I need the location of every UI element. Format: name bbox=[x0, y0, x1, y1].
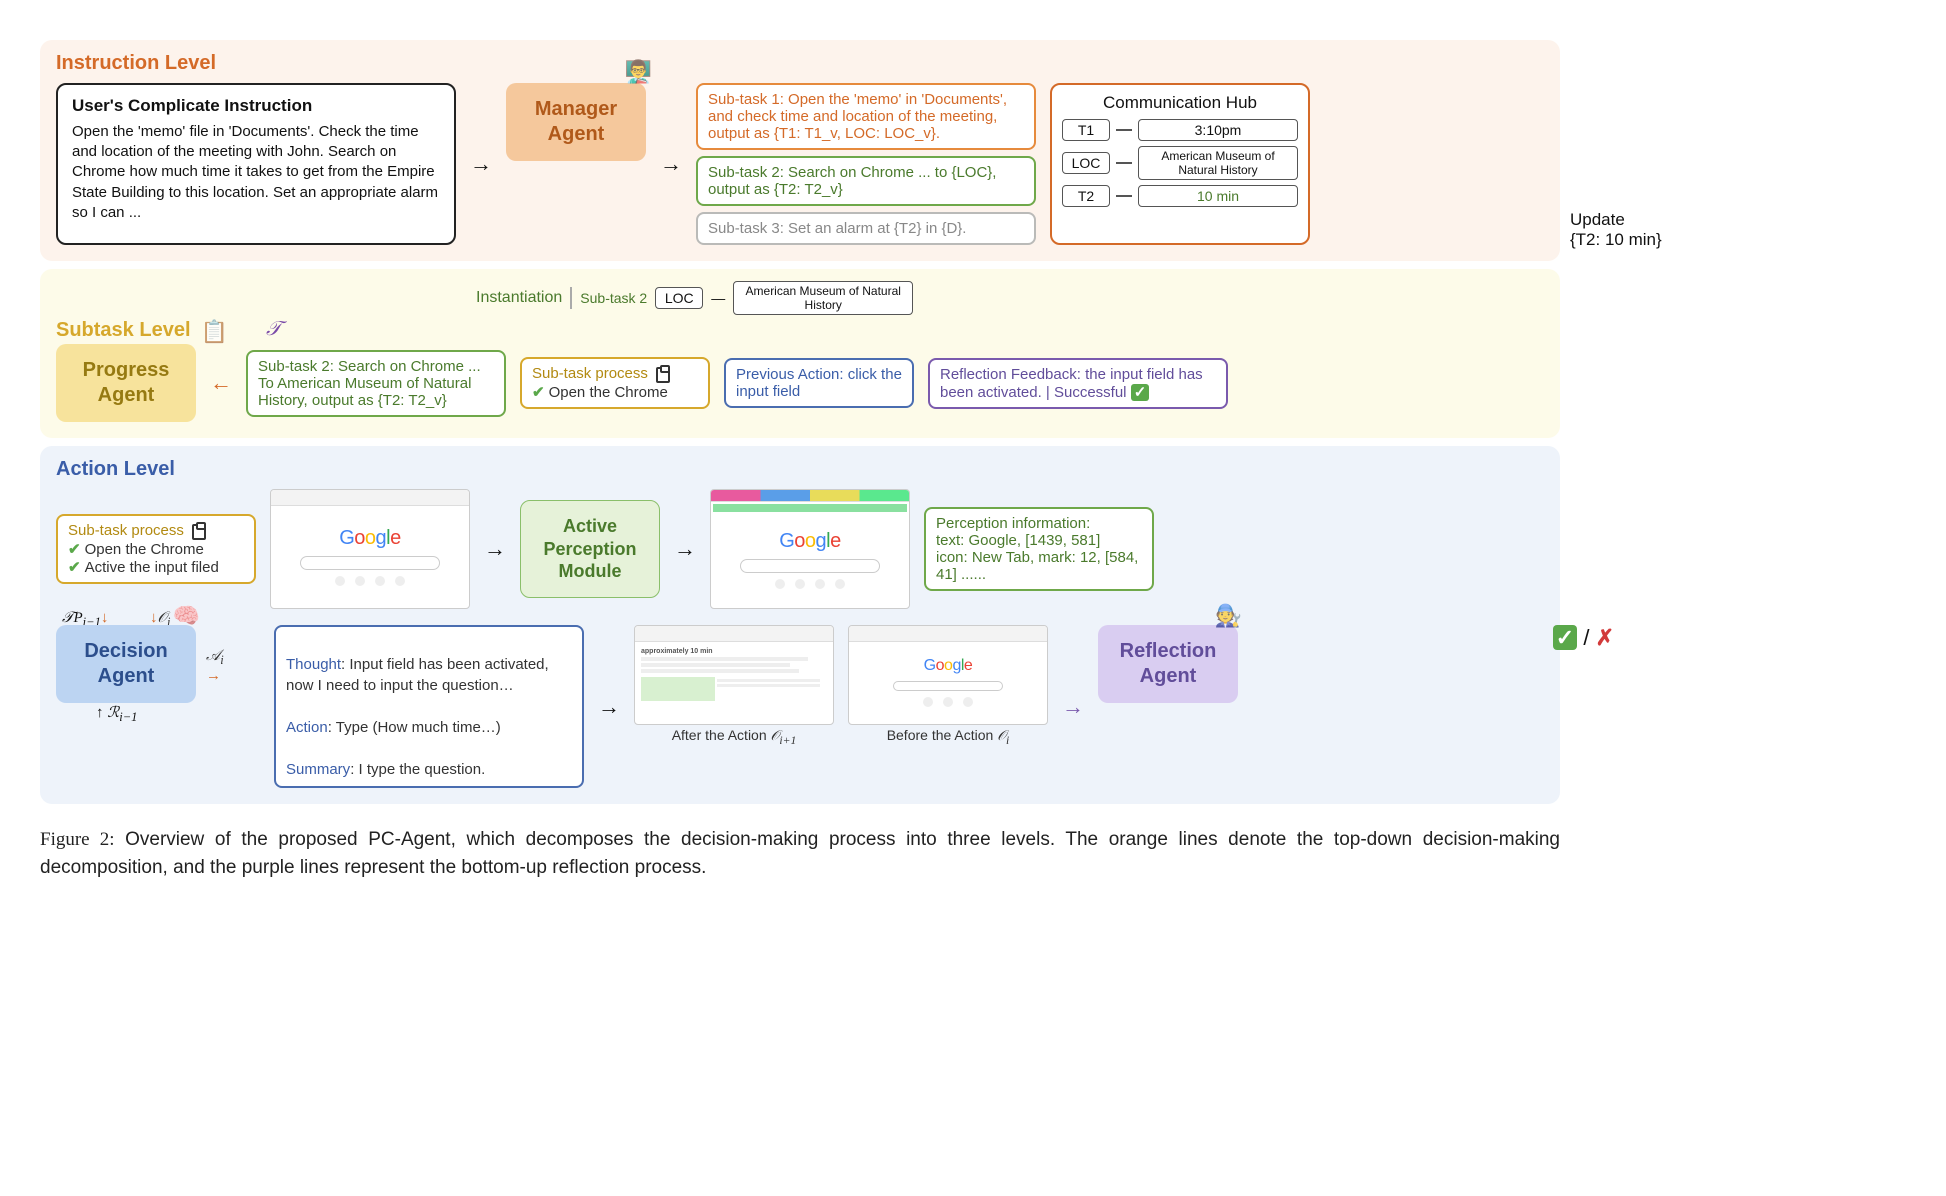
action-level: Action Level Sub-task process ✔Open the … bbox=[40, 446, 1560, 804]
user-instruction-title: User's Complicate Instruction bbox=[72, 95, 440, 118]
perception-module: Active Perception Module bbox=[520, 500, 660, 598]
before-action-label: Before the Action 𝒪i bbox=[848, 727, 1048, 747]
clipboard-icon bbox=[192, 524, 206, 540]
instruction-level: Instruction Level User's Complicate Inst… bbox=[40, 40, 1560, 261]
clipboard-icon bbox=[656, 367, 670, 383]
user-instruction-body: Open the 'memo' file in 'Documents'. Che… bbox=[72, 122, 440, 223]
manager-agent: Manager Agent bbox=[506, 83, 646, 161]
hub-title: Communication Hub bbox=[1062, 93, 1298, 113]
screenshot-marked: Google bbox=[710, 489, 910, 609]
checklist-icon: 📋 bbox=[201, 319, 228, 345]
ai-symbol: 𝒜i → bbox=[206, 647, 224, 685]
screenshot-after-action: approximately 10 min bbox=[634, 625, 834, 725]
google-logo: Google bbox=[779, 530, 841, 553]
google-logo: Google bbox=[924, 657, 973, 675]
gear-head-icon: 🧑‍🔧 bbox=[1215, 603, 1242, 629]
perception-info-card: Perception information: text: Google, [1… bbox=[924, 507, 1154, 591]
subtask-process-card-2: Sub-task process ✔Open the Chrome ✔Activ… bbox=[56, 514, 256, 583]
hub-val-t1: 3:10pm bbox=[1138, 119, 1298, 141]
subtask-process-card: Sub-task process ✔Open the Chrome bbox=[520, 357, 710, 408]
caption-label: Figure 2: bbox=[40, 829, 114, 850]
check-icon: ✔ bbox=[68, 559, 81, 576]
reflection-agent: Reflection Agent bbox=[1098, 625, 1238, 703]
previous-action-card: Previous Action: click the input field bbox=[724, 358, 914, 408]
arrow-icon: → bbox=[674, 536, 696, 562]
communication-hub: Communication Hub T1 3:10pm LOC American M… bbox=[1050, 83, 1310, 245]
pc-agent-diagram: Instruction Level User's Complicate Inst… bbox=[40, 40, 1560, 881]
arrow-icon: → bbox=[598, 694, 620, 720]
brain-icon: 🧠 bbox=[173, 603, 200, 629]
subtask-title: Subtask Level bbox=[56, 319, 191, 342]
hub-val-t2: 10 min bbox=[1138, 185, 1298, 207]
arrow-icon: → bbox=[660, 151, 682, 177]
reflection-feedback-card: Reflection Feedback: the input field has… bbox=[928, 358, 1228, 409]
tau-symbol: 𝒯 bbox=[266, 318, 281, 341]
instantiation-label: Instantiation bbox=[476, 289, 562, 307]
success-badge: ✓ bbox=[1131, 384, 1150, 401]
instruction-title: Instruction Level bbox=[56, 52, 216, 75]
presenter-icon: 👨‍🏫 bbox=[625, 59, 652, 85]
action-title: Action Level bbox=[56, 458, 175, 481]
ri-symbol: ↑ ℛi−1 bbox=[96, 703, 137, 725]
user-instruction-card: User's Complicate Instruction Open the '… bbox=[56, 83, 456, 245]
instantiation-row: Instantiation Sub-task 2 LOC — American … bbox=[476, 281, 1544, 315]
hub-key-loc: LOC bbox=[1062, 152, 1110, 174]
instantiation-val: American Museum of Natural History bbox=[733, 281, 913, 315]
thought-card: Thought: Input field has been activated,… bbox=[274, 625, 584, 788]
instantiation-subtask: Sub-task 2 bbox=[580, 290, 647, 306]
instantiation-key: LOC bbox=[655, 287, 703, 309]
success-fail-indicator: ✓ / ✗ bbox=[1553, 625, 1614, 651]
arrow-icon: → bbox=[1062, 694, 1084, 720]
subtask-3: Sub-task 3: Set an alarm at {T2} in {D}. bbox=[696, 212, 1036, 245]
subtask-2: Sub-task 2: Search on Chrome ... to {LOC… bbox=[696, 156, 1036, 206]
arrow-icon: → bbox=[470, 151, 492, 177]
caption-text: Overview of the proposed PC-Agent, which… bbox=[40, 829, 1560, 878]
check-icon: ✔ bbox=[532, 384, 545, 401]
figure-caption: Figure 2: Overview of the proposed PC-Ag… bbox=[40, 826, 1560, 881]
check-icon: ✔ bbox=[68, 541, 81, 558]
subtask-level: Instantiation Sub-task 2 LOC — American … bbox=[40, 269, 1560, 438]
progress-agent: Progress Agent bbox=[56, 344, 196, 422]
subtask-1: Sub-task 1: Open the 'memo' in 'Document… bbox=[696, 83, 1036, 150]
hub-key-t2: T2 bbox=[1062, 185, 1110, 207]
progress-input: Sub-task 2: Search on Chrome ... To Amer… bbox=[246, 350, 506, 417]
after-action-label: After the Action 𝒪i+1 bbox=[634, 727, 834, 747]
arrow-icon: → bbox=[484, 536, 506, 562]
google-logo: Google bbox=[339, 527, 401, 550]
hub-key-t1: T1 bbox=[1062, 119, 1110, 141]
hub-val-loc: American Museum of Natural History bbox=[1138, 146, 1298, 180]
screenshot-before-action: Google bbox=[848, 625, 1048, 725]
arrow-icon: ← bbox=[210, 370, 232, 396]
screenshot-before: Google bbox=[270, 489, 470, 609]
update-label: Update {T2: 10 min} bbox=[1570, 210, 1700, 250]
decision-agent: Decision Agent bbox=[56, 625, 196, 703]
